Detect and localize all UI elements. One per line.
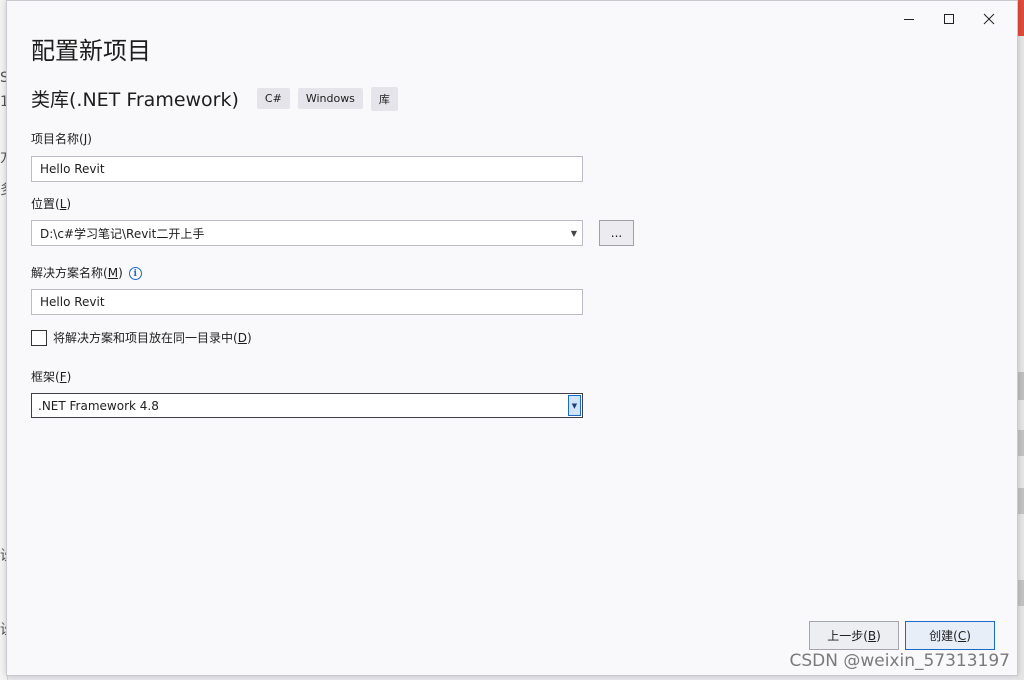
back-button[interactable]: 上一步(B) — [809, 621, 899, 650]
same-directory-option[interactable]: 将解决方案和项目放在同一目录中(D) — [31, 329, 252, 346]
dialog-title: 配置新项目 — [31, 37, 151, 65]
framework-select[interactable]: .NET Framework 4.8 ▼ — [31, 393, 583, 418]
template-header: 类库(.NET Framework) C# Windows 库 — [31, 85, 406, 112]
close-icon — [983, 13, 995, 25]
location-label: 位置(L) — [31, 197, 72, 211]
minimize-icon — [904, 19, 914, 20]
configure-project-dialog: 配置新项目 类库(.NET Framework) C# Windows 库 项目… — [6, 0, 1018, 676]
solution-name-input[interactable] — [31, 289, 583, 315]
maximize-icon — [944, 14, 954, 24]
same-directory-checkbox[interactable] — [31, 329, 47, 346]
template-tag: C# — [256, 88, 290, 109]
chevron-down-icon[interactable]: ▼ — [568, 395, 581, 416]
same-directory-label: 将解决方案和项目放在同一目录中(D) — [53, 331, 252, 345]
close-button[interactable] — [969, 5, 1009, 33]
minimize-button[interactable] — [889, 5, 929, 33]
location-combobox[interactable]: D:\c#学习笔记\Revit二开上手 ▼ — [31, 220, 583, 246]
create-button[interactable]: 创建(C) — [905, 621, 995, 650]
window-controls — [889, 5, 1009, 33]
project-name-input[interactable] — [31, 156, 583, 182]
framework-label: 框架(F) — [31, 370, 72, 384]
project-name-label: 项目名称(J) — [31, 132, 92, 146]
solution-name-label: 解决方案名称(M) i — [31, 264, 142, 281]
watermark: CSDN @weixin_57313197 — [789, 651, 1010, 671]
template-name: 类库(.NET Framework) — [31, 89, 239, 111]
framework-value: .NET Framework 4.8 — [38, 398, 159, 413]
template-tag: Windows — [297, 88, 363, 109]
maximize-button[interactable] — [929, 5, 969, 33]
chevron-down-icon[interactable]: ▼ — [566, 221, 582, 245]
template-tag: 库 — [370, 86, 398, 111]
info-icon[interactable]: i — [128, 267, 142, 280]
location-value: D:\c#学习笔记\Revit二开上手 — [40, 226, 205, 241]
browse-button[interactable]: ... — [599, 220, 634, 246]
